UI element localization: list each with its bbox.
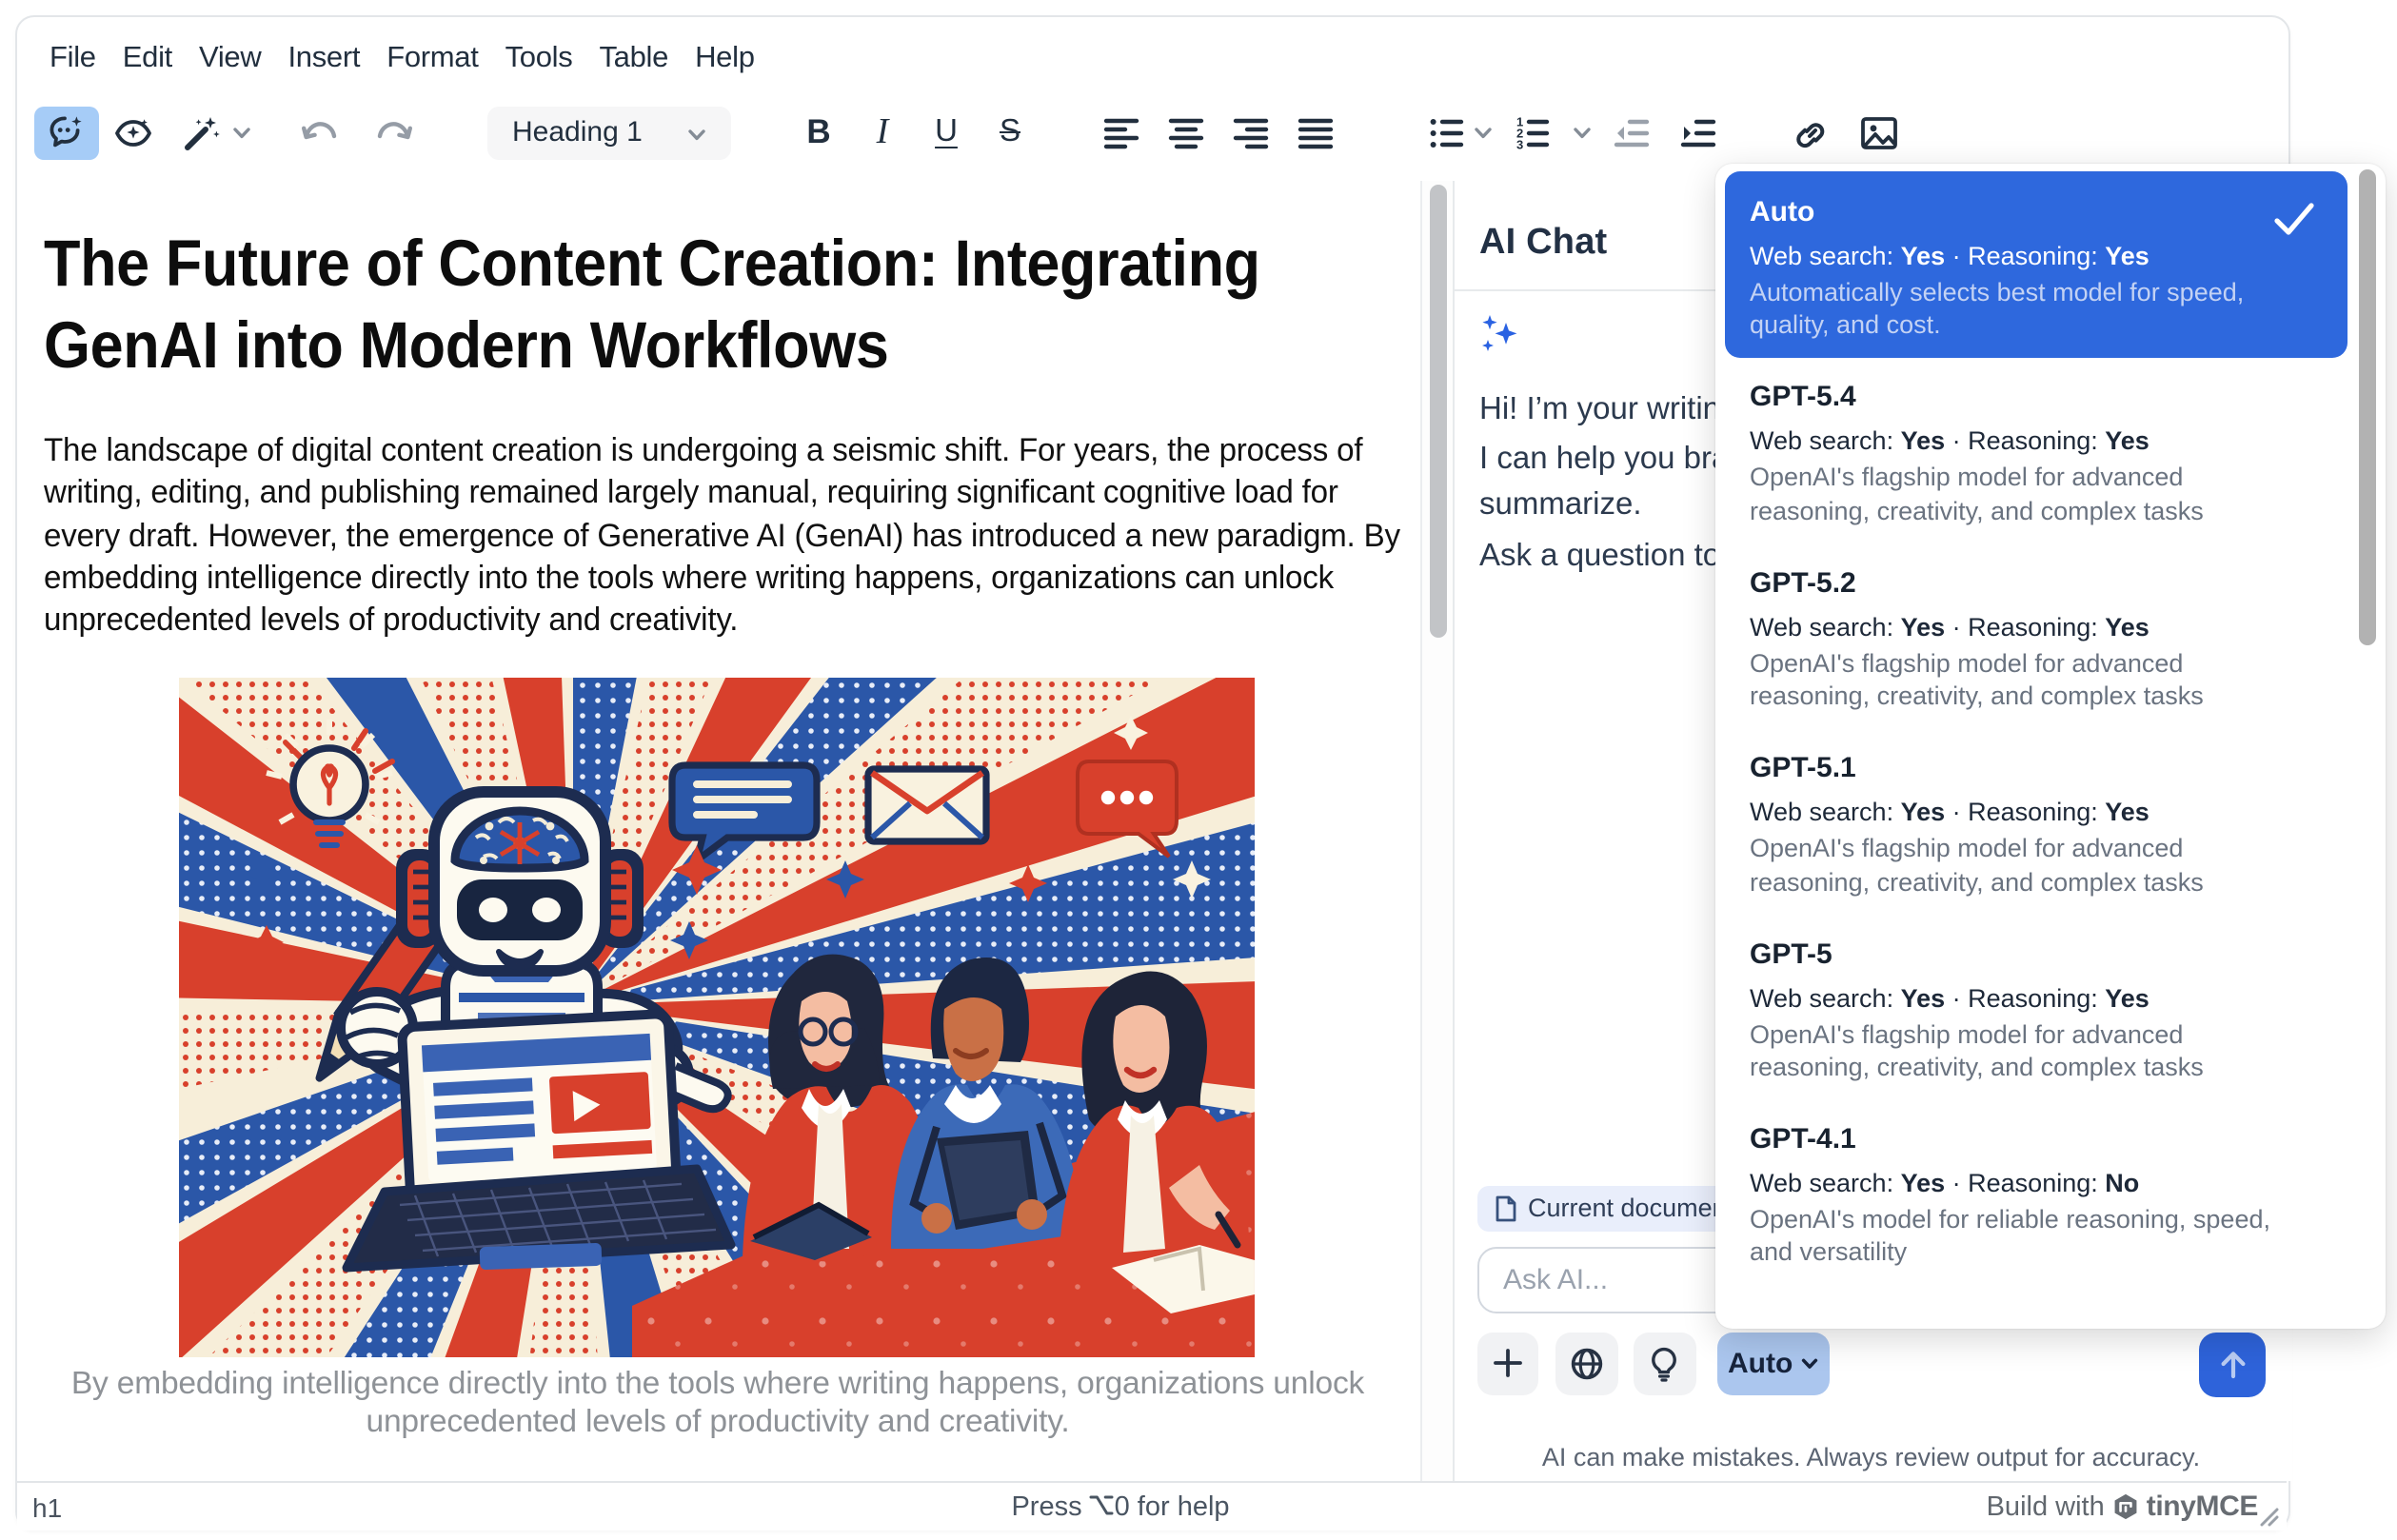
svg-text:3: 3: [1516, 137, 1523, 151]
